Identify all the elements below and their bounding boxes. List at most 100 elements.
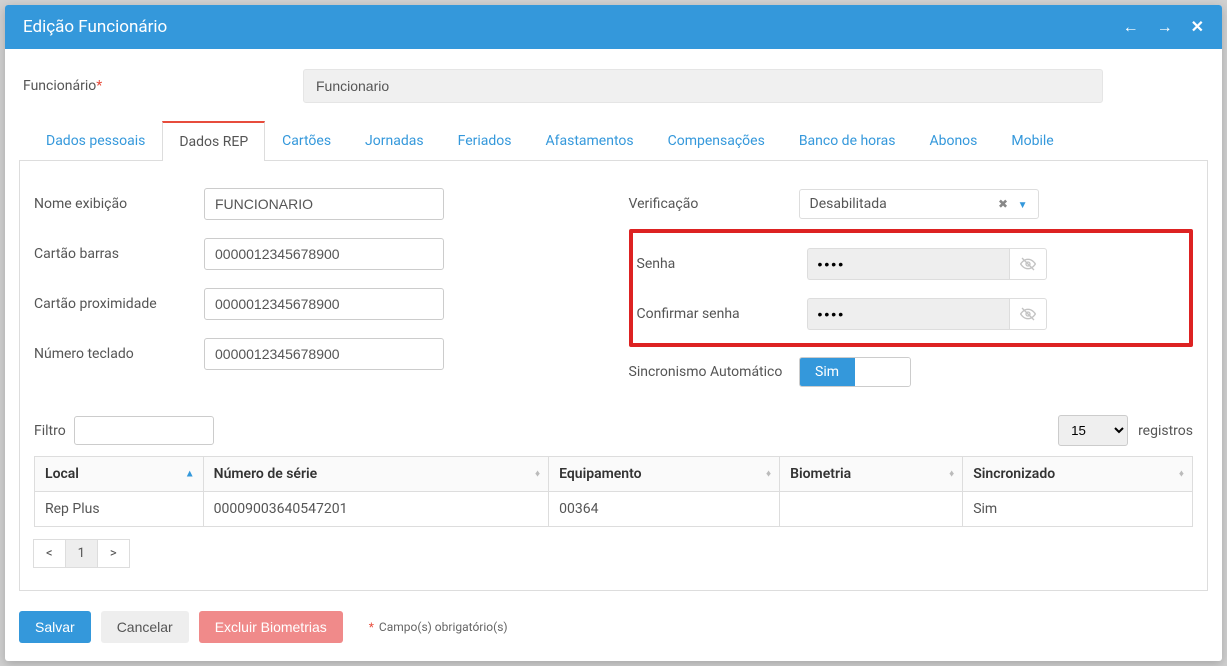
cell-equip: 00364: [549, 492, 780, 527]
tab-mobile[interactable]: Mobile: [994, 121, 1070, 161]
label-cartao-barras: Cartão barras: [34, 246, 204, 262]
pagination: < 1 >: [34, 539, 1193, 568]
eye-off-icon: [1020, 256, 1036, 272]
sort-icon: ♦: [766, 469, 771, 480]
cancel-button[interactable]: Cancelar: [101, 611, 189, 643]
input-numero-teclado[interactable]: [204, 338, 444, 370]
pwd-wrap-confirmar: [807, 298, 1047, 330]
form-col-left: Nome exibição Cartão barras Cartão proxi…: [34, 179, 599, 397]
row-sincronismo: Sincronismo Automático Sim: [629, 347, 1194, 397]
input-senha[interactable]: [807, 248, 1009, 280]
label-confirmar-senha: Confirmar senha: [637, 306, 807, 322]
table-row[interactable]: Rep Plus 00009003640547201 00364 Sim: [35, 492, 1193, 527]
label-verificacao: Verificação: [629, 196, 799, 212]
input-confirmar-senha[interactable]: [807, 298, 1009, 330]
page-size-select[interactable]: 15: [1058, 415, 1128, 446]
row-verificacao: Verificação Desabilitada ✖ ▼: [629, 179, 1194, 229]
cell-bio: [780, 492, 963, 527]
funcionario-label-text: Funcionário: [23, 78, 96, 94]
th-sincronizado[interactable]: Sincronizado ♦: [963, 457, 1193, 492]
required-asterisk: *: [96, 78, 102, 94]
input-cartao-proximidade[interactable]: [204, 288, 444, 320]
filter-row: Filtro 15 registros: [34, 415, 1193, 446]
toggle-sincronismo[interactable]: Sim: [799, 357, 911, 387]
page-next[interactable]: >: [97, 539, 130, 568]
equip-table: Local▲ Número de série ♦ Equipamento ♦ Bio…: [34, 456, 1193, 527]
funcionario-input[interactable]: [303, 69, 1103, 103]
row-cartao-proximidade: Cartão proximidade: [34, 279, 599, 329]
modal-controls: ← → ✕: [1123, 17, 1204, 37]
close-icon[interactable]: ✕: [1191, 17, 1204, 37]
prev-arrow-icon[interactable]: ←: [1123, 17, 1139, 37]
filter-input[interactable]: [74, 416, 214, 445]
sort-icon: ♦: [535, 469, 540, 480]
tabs-nav: Dados pessoais Dados REP Cartões Jornada…: [19, 121, 1208, 161]
toggle-senha-visibility[interactable]: [1009, 248, 1047, 280]
toggle-sincronismo-off: [855, 358, 910, 386]
save-button[interactable]: Salvar: [19, 611, 91, 643]
select-verificacao-value: Desabilitada: [810, 196, 887, 212]
th-serie-text: Número de série: [214, 466, 318, 482]
modal-title: Edição Funcionário: [23, 17, 167, 37]
page-prev[interactable]: <: [33, 539, 66, 568]
senha-highlight: Senha Confirmar senha: [629, 229, 1194, 347]
modal-header: Edição Funcionário ← → ✕: [5, 5, 1222, 49]
row-cartao-barras: Cartão barras: [34, 229, 599, 279]
required-note: * Campo(s) obrigatório(s): [369, 620, 508, 634]
label-numero-teclado: Número teclado: [34, 346, 204, 362]
clear-icon[interactable]: ✖: [998, 197, 1008, 211]
tab-afastamentos[interactable]: Afastamentos: [528, 121, 650, 161]
toggle-confirmar-visibility[interactable]: [1009, 298, 1047, 330]
tab-content: Nome exibição Cartão barras Cartão proxi…: [19, 161, 1208, 591]
sort-icon: ♦: [1179, 469, 1184, 480]
eye-off-icon: [1020, 306, 1036, 322]
th-bio-text: Biometria: [790, 466, 851, 482]
tab-cartoes[interactable]: Cartões: [265, 121, 348, 161]
filter-label: Filtro: [34, 423, 66, 439]
records-label: registros: [1138, 423, 1193, 439]
tab-dados-rep[interactable]: Dados REP: [162, 121, 265, 161]
label-sincronismo: Sincronismo Automático: [629, 364, 799, 380]
funcionario-row: Funcionário*: [19, 63, 1208, 121]
row-numero-teclado: Número teclado: [34, 329, 599, 379]
tab-compensacoes[interactable]: Compensações: [651, 121, 782, 161]
next-arrow-icon[interactable]: →: [1157, 17, 1173, 37]
tab-feriados[interactable]: Feriados: [441, 121, 529, 161]
chevron-down-icon[interactable]: ▼: [1018, 200, 1028, 211]
sort-icon: ♦: [949, 469, 954, 480]
label-senha: Senha: [637, 256, 807, 272]
excluir-biometrias-button[interactable]: Excluir Biometrias: [199, 611, 343, 643]
footer-actions: Salvar Cancelar Excluir Biometrias * Cam…: [19, 611, 1208, 643]
input-nome-exibicao[interactable]: [204, 188, 444, 220]
tab-banco-horas[interactable]: Banco de horas: [782, 121, 913, 161]
toggle-sincronismo-on: Sim: [800, 358, 855, 386]
page-current[interactable]: 1: [65, 539, 98, 568]
th-biometria[interactable]: Biometria ♦: [780, 457, 963, 492]
sort-asc-icon: ▲: [185, 469, 195, 480]
pwd-wrap-senha: [807, 248, 1047, 280]
label-cartao-proximidade: Cartão proximidade: [34, 296, 204, 312]
tab-abonos[interactable]: Abonos: [912, 121, 994, 161]
required-note-text: Campo(s) obrigatório(s): [379, 620, 508, 634]
th-sync-text: Sincronizado: [973, 466, 1055, 482]
cell-local: Rep Plus: [35, 492, 204, 527]
modal-body: Funcionário* Dados pessoais Dados REP Ca…: [5, 49, 1222, 661]
tab-dados-pessoais[interactable]: Dados pessoais: [29, 121, 162, 161]
input-cartao-barras[interactable]: [204, 238, 444, 270]
form-col-right: Verificação Desabilitada ✖ ▼ Senha: [629, 179, 1194, 397]
th-equip-text: Equipamento: [559, 466, 642, 482]
cell-sync: Sim: [963, 492, 1193, 527]
modal-edicao-funcionario: Edição Funcionário ← → ✕ Funcionário* Da…: [5, 5, 1222, 661]
cell-serie: 00009003640547201: [203, 492, 548, 527]
row-nome-exibicao: Nome exibição: [34, 179, 599, 229]
label-nome-exibicao: Nome exibição: [34, 196, 204, 212]
select-verificacao[interactable]: Desabilitada ✖ ▼: [799, 189, 1039, 219]
th-equipamento[interactable]: Equipamento ♦: [549, 457, 780, 492]
th-serie[interactable]: Número de série ♦: [203, 457, 548, 492]
tab-jornadas[interactable]: Jornadas: [348, 121, 441, 161]
row-senha: Senha: [637, 239, 1180, 289]
th-local[interactable]: Local▲: [35, 457, 204, 492]
form-grid: Nome exibição Cartão barras Cartão proxi…: [34, 179, 1193, 397]
funcionario-label: Funcionário*: [23, 78, 283, 94]
row-confirmar-senha: Confirmar senha: [637, 289, 1180, 339]
